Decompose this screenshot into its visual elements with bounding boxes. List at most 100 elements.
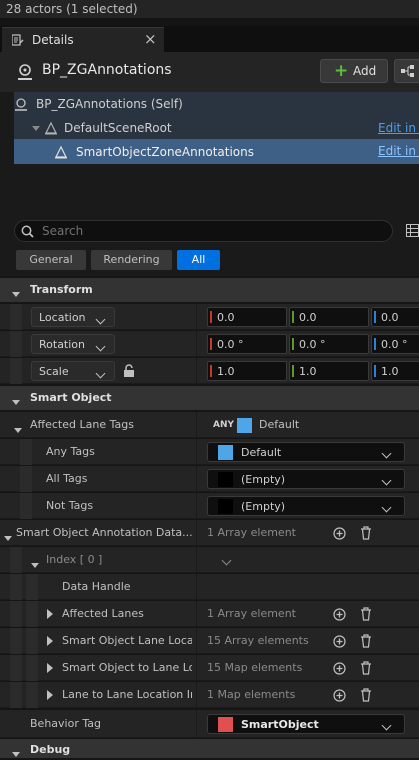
scale-mode-dropdown[interactable]: Scale [31, 361, 115, 381]
rotation-mode-dropdown[interactable]: Rotation [31, 334, 115, 354]
edit-in-blueprint-link[interactable]: Edit in B [378, 121, 419, 135]
tree-item-smartobjectzoneannotations[interactable]: SmartObjectZoneAnnotations Edit in B [14, 139, 419, 164]
details-icon [11, 34, 24, 46]
expand-arrow-icon[interactable] [47, 609, 53, 622]
property-label: Behavior Tag [30, 717, 101, 730]
add-label: Add [353, 64, 377, 78]
scale-x-field[interactable]: 1.0 [207, 361, 287, 381]
chevron-down-icon[interactable] [221, 554, 232, 567]
map-count: 1 Map elements [207, 688, 296, 701]
table-view-icon[interactable] [406, 224, 419, 240]
indent-guide [26, 628, 38, 654]
x-axis-marker [210, 311, 212, 323]
data-handle-row: Data Handle [0, 574, 419, 600]
location-row: Location 0.0 0.0 0.0 [0, 304, 419, 330]
property-label: Smart Object Lane Loca... [62, 634, 192, 647]
rotation-y-field[interactable]: 0.0 ° [289, 334, 369, 354]
add-element-icon[interactable] [333, 662, 346, 678]
blueprint-graph-button[interactable] [394, 59, 419, 83]
add-element-icon[interactable] [333, 608, 346, 624]
trash-icon[interactable] [360, 607, 372, 624]
trash-icon[interactable] [360, 634, 372, 651]
tree-item-self[interactable]: BP_ZGAnnotations (Self) [14, 92, 419, 116]
tag-color-swatch [218, 471, 233, 487]
indent-guide [10, 331, 22, 357]
filter-rendering-button[interactable]: Rendering [91, 250, 172, 270]
details-header: BP_ZGAnnotations + Add [0, 52, 419, 92]
add-element-icon[interactable] [333, 689, 346, 705]
location-y-field[interactable]: 0.0 [289, 307, 369, 327]
scale-y-field[interactable]: 1.0 [289, 361, 369, 381]
collapse-arrow-icon [12, 287, 20, 300]
column-divider [196, 358, 197, 383]
location-mode-dropdown[interactable]: Location [31, 307, 115, 327]
add-element-icon[interactable] [333, 635, 346, 651]
scale-z-field[interactable]: 1.0 [371, 361, 419, 381]
location-x-field[interactable]: 0.0 [207, 307, 287, 327]
expand-arrow-icon[interactable] [47, 636, 53, 649]
indent-guide [20, 493, 32, 519]
not-tags-dropdown[interactable]: (Empty) [207, 496, 405, 516]
x-axis-marker [210, 338, 212, 350]
add-component-button[interactable]: + Add [320, 59, 388, 83]
column-divider [196, 304, 197, 329]
trash-icon[interactable] [360, 688, 372, 705]
actor-count: 28 actors (1 selected) [6, 2, 138, 16]
tag-color-swatch [237, 418, 252, 433]
all-tags-row: All Tags (Empty) [0, 466, 419, 492]
column-divider [196, 331, 197, 356]
add-element-icon[interactable] [333, 527, 346, 543]
any-tags-row: Any Tags Default [0, 439, 419, 465]
category-title: Smart Object [30, 391, 112, 404]
search-input[interactable]: Search [14, 220, 393, 242]
category-debug[interactable]: Debug [0, 739, 419, 758]
y-axis-marker [292, 311, 294, 323]
indent-guide [10, 628, 22, 654]
indent-guide [10, 358, 22, 384]
dropdown-value: (Empty) [241, 472, 286, 486]
expand-arrow-icon[interactable] [47, 663, 53, 676]
collapse-arrow-icon[interactable] [31, 558, 39, 571]
tag-query-mode[interactable]: ANY [213, 420, 234, 430]
tab-label: Details [32, 33, 74, 47]
lock-icon[interactable] [123, 364, 135, 381]
expand-arrow-icon[interactable] [47, 690, 53, 703]
dropdown-value: SmartObject [241, 717, 319, 731]
tag-color-swatch [218, 498, 233, 514]
rotation-x-field[interactable]: 0.0 ° [207, 334, 287, 354]
trash-icon[interactable] [360, 661, 372, 678]
location-z-field[interactable]: 0.0 [371, 307, 419, 327]
category-transform[interactable]: Transform [0, 278, 419, 302]
filter-all-button[interactable]: All [177, 250, 220, 270]
tab-close-button[interactable]: × [144, 30, 157, 48]
tree-item-label: BP_ZGAnnotations (Self) [36, 97, 183, 111]
behavior-tag-row: Behavior Tag SmartObject [0, 710, 419, 738]
any-tags-dropdown[interactable]: Default [207, 442, 405, 462]
hierarchy-icon [401, 65, 415, 80]
annotation-data-row: Smart Object Annotation Data... 1 Array … [0, 520, 419, 546]
collapse-arrow-icon[interactable] [4, 531, 12, 544]
column-divider [196, 710, 197, 737]
actor-icon [14, 97, 28, 111]
column-divider [196, 439, 197, 464]
field-value: 0.0 ° [217, 338, 244, 351]
array-count: 15 Array elements [207, 634, 309, 647]
tree-item-defaultsceneroot[interactable]: DefaultSceneRoot Edit in B [14, 116, 419, 140]
map-count: 15 Map elements [207, 661, 303, 674]
indent-guide [10, 655, 22, 681]
trash-icon[interactable] [360, 526, 372, 543]
component-tree: BP_ZGAnnotations (Self) DefaultSceneRoot… [0, 92, 419, 210]
field-value: 0.0 [299, 311, 317, 324]
category-smart-object[interactable]: Smart Object [0, 386, 419, 410]
all-tags-dropdown[interactable]: (Empty) [207, 469, 405, 489]
tab-details[interactable]: Details × [2, 27, 164, 53]
filter-general-button[interactable]: General [16, 250, 86, 270]
behavior-tag-dropdown[interactable]: SmartObject [207, 714, 405, 734]
status-bar: 28 actors (1 selected) [0, 0, 419, 18]
property-label: Affected Lane Tags [30, 418, 134, 431]
edit-in-blueprint-link[interactable]: Edit in B [378, 144, 419, 158]
chevron-down-icon [95, 367, 106, 380]
collapse-arrow-icon [32, 125, 40, 131]
rotation-z-field[interactable]: 0.0 ° [371, 334, 419, 354]
column-divider [196, 628, 197, 653]
